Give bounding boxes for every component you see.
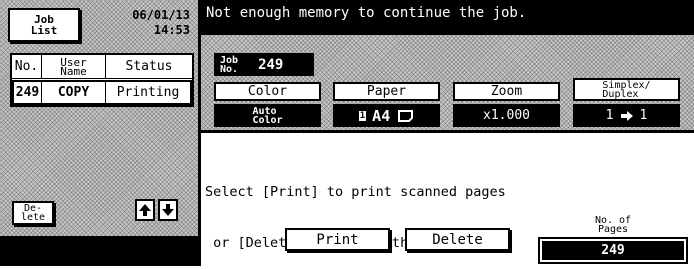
row-status: Printing — [106, 82, 190, 103]
simplex-label-2: Duplex — [602, 88, 639, 100]
paper-tray-badge: 1 — [358, 110, 367, 121]
simplex-header: Simplex/ Duplex — [573, 78, 680, 101]
row-user-text: COPY — [57, 85, 90, 100]
row-no-text: 249 — [15, 85, 40, 100]
paper-header: Paper — [333, 82, 440, 101]
paper-size: A4 — [372, 106, 391, 125]
message-bar: Not enough memory to continue the job. — [201, 0, 694, 35]
arrow-up-icon — [139, 204, 151, 216]
col-no-text: No. — [14, 59, 39, 74]
col-status-text: Status — [125, 59, 173, 74]
row-status-text: Printing — [116, 85, 180, 100]
row-no: 249 — [14, 82, 42, 103]
pages-label: No. of Pages — [583, 216, 643, 235]
print-button[interactable]: Print — [285, 228, 390, 251]
job-list-button[interactable]: Job List — [8, 8, 80, 42]
col-no-header: No. — [12, 55, 42, 79]
job-no-label-2: No. — [220, 63, 239, 75]
zoom-value-text: x1.000 — [483, 108, 530, 123]
dialog-line-1: Select [Print] to print scanned pages — [205, 184, 506, 200]
delete-button-label: Delete — [432, 231, 483, 248]
col-user-header: User Name — [42, 55, 106, 79]
arrow-down-icon — [162, 204, 174, 216]
job-no-value: 249 — [258, 56, 284, 73]
pages-value: 249 — [542, 241, 684, 260]
color-label: Color — [247, 84, 288, 99]
delete-button[interactable]: Delete — [405, 228, 510, 251]
message-text: Not enough memory to continue the job. — [206, 5, 527, 21]
scroll-down-button[interactable] — [158, 199, 178, 221]
color-value-2: Color — [252, 114, 283, 126]
simplex-to: 1 — [639, 108, 648, 123]
color-value: Auto Color — [214, 104, 321, 127]
time-text: 14:53 — [153, 23, 190, 37]
pages-label-2: Pages — [597, 224, 629, 235]
simplex-from: 1 — [605, 108, 614, 123]
datetime-display: 06/01/13 14:53 — [84, 8, 192, 42]
col-status-header: Status — [106, 55, 192, 79]
right-arrow-icon — [620, 110, 633, 121]
simplex-value: 1 1 — [573, 104, 680, 127]
table-row[interactable]: 249 COPY Printing — [12, 80, 192, 105]
paper-landscape-icon — [398, 109, 414, 122]
delete-job-label-2: lete — [20, 212, 46, 223]
job-number-badge: Job No. 249 — [214, 53, 314, 76]
print-button-label: Print — [316, 231, 359, 248]
zoom-label: Zoom — [490, 84, 523, 99]
date-text: 06/01/13 — [132, 8, 190, 22]
pages-value-box: 249 — [538, 237, 688, 264]
paper-value: 1 A4 — [333, 104, 440, 127]
scroll-up-button[interactable] — [135, 199, 155, 221]
left-status-bar — [0, 236, 198, 266]
row-user: COPY — [42, 82, 106, 103]
zoom-header: Zoom — [453, 82, 560, 101]
color-header: Color — [214, 82, 321, 101]
delete-job-button[interactable]: De- lete — [12, 201, 54, 225]
zoom-value: x1.000 — [453, 104, 560, 127]
job-list-label-2: List — [30, 24, 58, 37]
paper-label: Paper — [366, 84, 407, 99]
col-user-text-2: Name — [60, 64, 87, 78]
